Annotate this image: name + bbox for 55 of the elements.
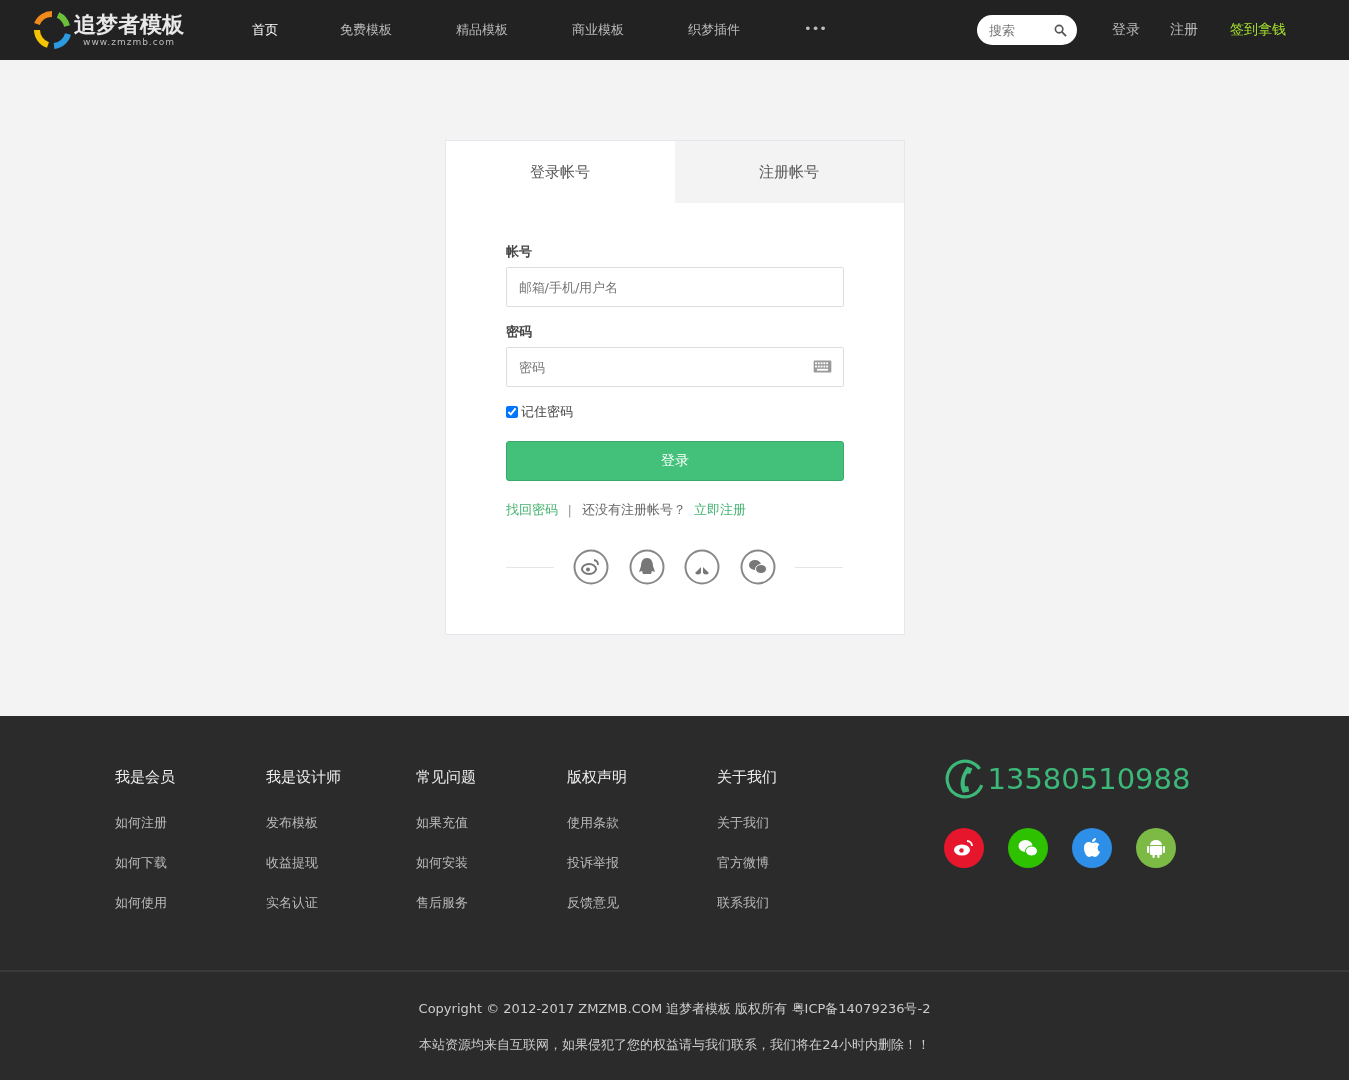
footer-link[interactable]: 官方微博 <box>717 854 868 872</box>
phone-number: 13580510988 <box>987 762 1191 796</box>
android-app-icon[interactable] <box>1135 828 1176 868</box>
footer-link[interactable]: 联系我们 <box>717 894 868 912</box>
header-link[interactable]: 签到拿钱 <box>1230 21 1286 39</box>
nav-link[interactable]: 首页 <box>252 21 340 39</box>
logo-url: www.zmzmb.com <box>83 37 175 47</box>
footer-link[interactable]: 实名认证 <box>265 894 416 912</box>
nav-link[interactable]: 精品模板 <box>456 21 572 39</box>
header-link[interactable]: 登录 <box>1112 21 1140 39</box>
no-account-text: 还没有注册帐号？ <box>581 501 686 519</box>
nav-link[interactable]: 商业模板 <box>572 21 688 39</box>
input-field[interactable]: 邮箱/手机/用户名 <box>505 267 844 307</box>
wechat-app-icon[interactable] <box>1007 828 1048 868</box>
footer-heading: 关于我们 <box>717 768 778 787</box>
footer-link[interactable]: 如何使用 <box>115 894 266 912</box>
footer-link[interactable]: 如何安装 <box>416 854 567 872</box>
footer-link[interactable]: 如何注册 <box>115 814 266 832</box>
logo-icon <box>32 10 72 50</box>
search-icon[interactable] <box>1054 24 1067 37</box>
footer-link[interactable]: 如果充值 <box>416 814 567 832</box>
footer-link[interactable]: 售后服务 <box>416 894 567 912</box>
input-field[interactable]: 密码 <box>505 347 844 387</box>
footer-link[interactable]: 关于我们 <box>717 814 868 832</box>
weibo-icon[interactable] <box>573 549 610 585</box>
disclaimer-text: 本站资源均来自互联网，如果侵犯了您的权益请与我们联系，我们将在24小时内删除！！ <box>419 1036 930 1054</box>
search-field[interactable]: 搜索 <box>977 15 1077 45</box>
apple-app-icon[interactable] <box>1071 828 1112 868</box>
footer-link[interactable]: 如何下载 <box>115 854 266 872</box>
nav-link[interactable]: 免费模板 <box>340 21 456 39</box>
field-label: 帐号 <box>505 243 533 261</box>
tab[interactable]: 注册帐号 <box>674 141 904 203</box>
nav-link[interactable]: 织梦插件 <box>688 21 804 39</box>
footer-heading: 常见问题 <box>416 768 477 787</box>
penguin-icon[interactable] <box>628 549 665 585</box>
nav-link[interactable]: ••• <box>804 21 920 39</box>
footer-heading: 我是会员 <box>115 768 176 787</box>
footer-link[interactable]: 投诉举报 <box>566 854 717 872</box>
separator: | <box>567 502 572 518</box>
footer-link[interactable]: 反馈意见 <box>566 894 717 912</box>
tripod-icon[interactable] <box>684 549 721 585</box>
footer-heading: 版权声明 <box>566 768 628 787</box>
header-link[interactable]: 注册 <box>1170 21 1198 39</box>
footer-link[interactable]: 使用条款 <box>566 814 717 832</box>
remember-label: 记住密码 <box>520 403 573 421</box>
logo-title[interactable]: 追梦者模板 <box>74 13 184 37</box>
footer-link[interactable]: 收益提现 <box>265 854 416 872</box>
phone-icon <box>943 758 986 800</box>
copyright-text: Copyright © 2012-2017 ZMZMB.COM 追梦者模板 版权所有 粤ICP备14079236号-2 <box>418 1000 931 1018</box>
remember-checkbox[interactable] <box>505 406 518 418</box>
weibo-app-icon[interactable] <box>943 828 984 868</box>
footer-heading: 我是设计师 <box>265 768 342 787</box>
field-label: 密码 <box>505 323 533 341</box>
wechat-icon[interactable] <box>739 549 776 585</box>
footer-link[interactable]: 发布模板 <box>265 814 416 832</box>
